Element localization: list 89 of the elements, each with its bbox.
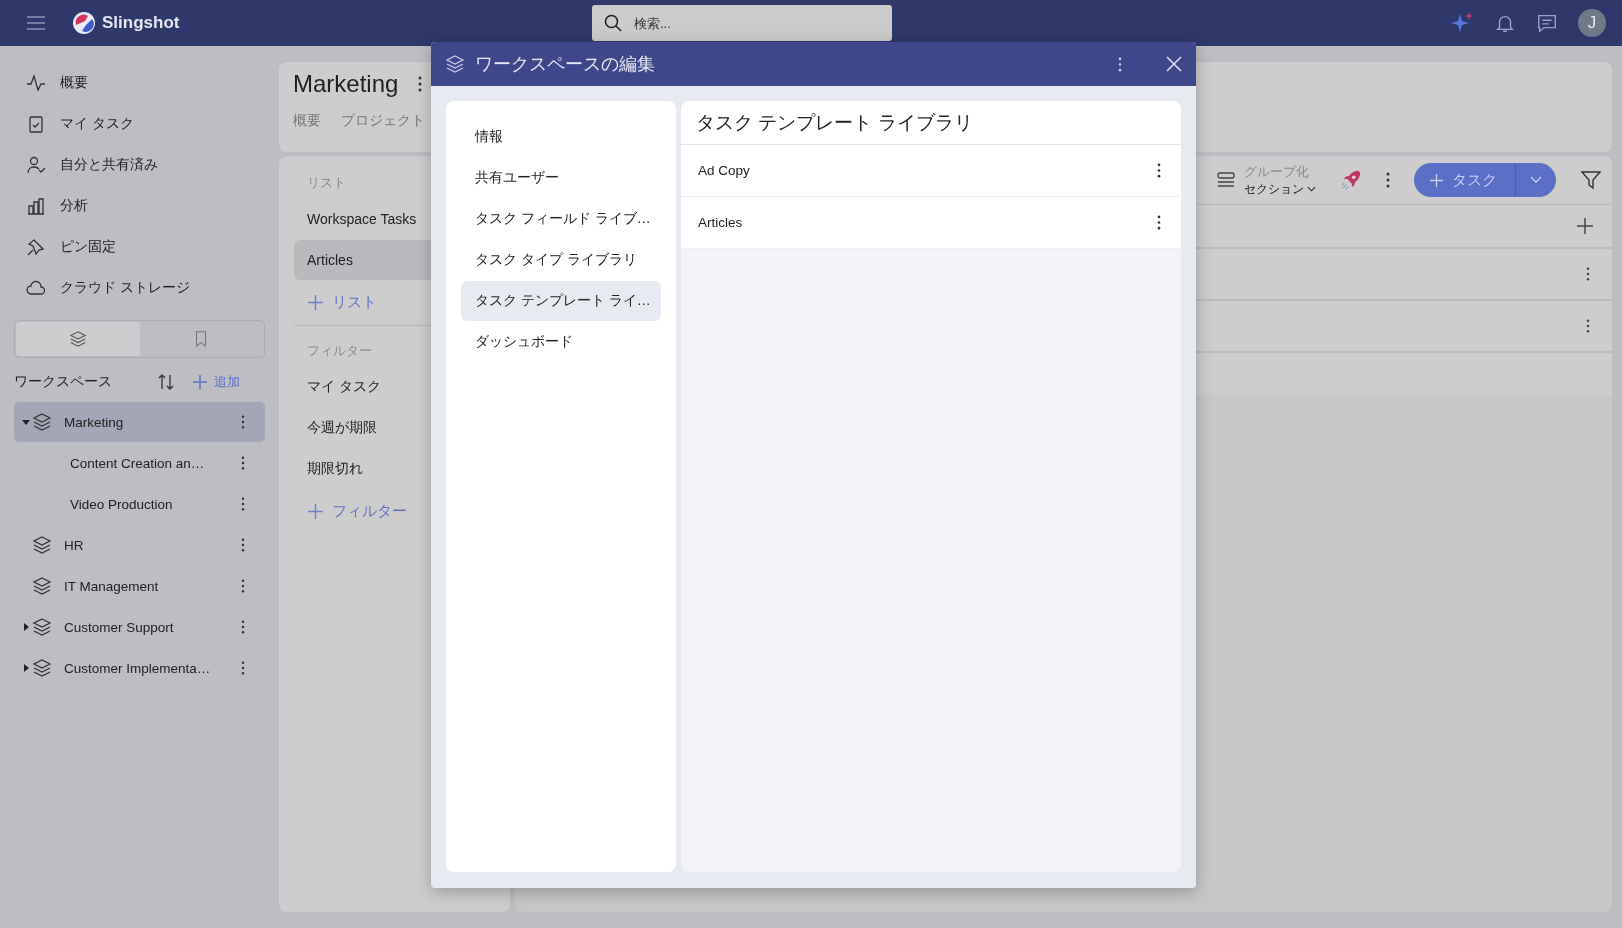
project-item[interactable]: Content Creation an… bbox=[14, 443, 265, 483]
nav-item[interactable]: ピン固定 bbox=[14, 226, 265, 267]
layers-icon bbox=[445, 54, 465, 74]
logo-icon bbox=[72, 11, 96, 35]
template-name: Ad Copy bbox=[698, 163, 750, 178]
more-icon[interactable] bbox=[418, 76, 423, 92]
more-icon[interactable] bbox=[241, 497, 245, 511]
more-icon[interactable] bbox=[1118, 56, 1122, 72]
more-icon[interactable] bbox=[1157, 215, 1161, 230]
more-icon[interactable] bbox=[1157, 163, 1161, 178]
chevron-down-icon bbox=[1307, 186, 1316, 192]
dropdown-button[interactable] bbox=[1516, 163, 1556, 197]
workspace-item[interactable]: IT Management bbox=[14, 566, 265, 606]
template-item[interactable]: Articles bbox=[681, 197, 1181, 249]
settings-nav-item[interactable]: 共有ユーザー bbox=[461, 158, 661, 198]
nav-item[interactable]: 概要 bbox=[14, 62, 265, 103]
rocket-icon[interactable] bbox=[1340, 169, 1362, 191]
add-icon[interactable] bbox=[1576, 217, 1594, 235]
workspace-name: Customer Support bbox=[64, 619, 175, 635]
nav-item[interactable]: 自分と共有済み bbox=[14, 144, 265, 185]
toggle-tab[interactable] bbox=[16, 322, 140, 356]
caret-icon[interactable] bbox=[22, 664, 30, 672]
more-icon[interactable] bbox=[241, 579, 245, 593]
workspace-name: HR bbox=[64, 537, 85, 553]
search-field[interactable]: 検索... bbox=[592, 5, 892, 41]
layers-icon bbox=[32, 412, 52, 432]
nav-label: 自分と共有済み bbox=[60, 155, 158, 174]
workspace-title: Marketing bbox=[293, 70, 399, 98]
workspace-name: Marketing bbox=[64, 414, 125, 430]
settings-nav-item[interactable]: タスク テンプレート ライ… bbox=[461, 281, 661, 321]
plus-icon bbox=[1429, 172, 1444, 188]
workspace-name: Customer Implementa… bbox=[64, 660, 212, 676]
user-check-icon bbox=[26, 154, 46, 175]
more-icon[interactable] bbox=[241, 620, 245, 634]
section-heading: リスト bbox=[306, 173, 346, 192]
user-avatar[interactable]: J bbox=[1578, 9, 1606, 37]
nav-label: 分析 bbox=[60, 196, 88, 215]
more-icon[interactable] bbox=[1586, 319, 1590, 333]
more-icon[interactable] bbox=[241, 415, 245, 429]
filter-icon[interactable] bbox=[1580, 169, 1602, 191]
nav-label: マイ タスク bbox=[60, 114, 134, 133]
more-icon[interactable] bbox=[1386, 172, 1390, 188]
plus-icon bbox=[307, 293, 324, 311]
settings-nav-item[interactable]: ダッシュボード bbox=[461, 322, 661, 362]
project-name: Video Production bbox=[70, 496, 174, 512]
layers-icon bbox=[68, 330, 87, 348]
close-icon[interactable] bbox=[1166, 56, 1182, 72]
sort-icon[interactable] bbox=[156, 372, 176, 392]
project-item[interactable]: Video Production bbox=[14, 484, 265, 524]
nav-item[interactable]: 分析 bbox=[14, 185, 265, 226]
chat-icon[interactable] bbox=[1536, 12, 1558, 34]
rows-icon bbox=[1216, 170, 1236, 190]
template-name: Articles bbox=[698, 215, 743, 230]
nav-item[interactable]: マイ タスク bbox=[14, 103, 265, 144]
section-title: ワークスペース bbox=[14, 373, 113, 391]
chevron-down-icon bbox=[1530, 176, 1542, 184]
layers-icon bbox=[32, 658, 52, 678]
workspace-name: IT Management bbox=[64, 578, 160, 594]
nav-label: 概要 bbox=[60, 73, 88, 92]
layers-icon bbox=[32, 576, 52, 596]
template-item[interactable]: Ad Copy bbox=[681, 145, 1181, 197]
nav-label: クラウド ストレージ bbox=[60, 278, 190, 297]
workspace-item[interactable]: Marketing bbox=[14, 402, 265, 442]
more-icon[interactable] bbox=[241, 456, 245, 470]
plus-icon bbox=[192, 374, 208, 390]
more-icon[interactable] bbox=[1586, 267, 1590, 281]
bar-chart-icon bbox=[26, 195, 46, 216]
app-name: Slingshot bbox=[102, 13, 181, 33]
nav-label: ピン固定 bbox=[60, 237, 116, 256]
panel-title: タスク テンプレート ライブラリ bbox=[681, 101, 1181, 145]
caret-icon[interactable] bbox=[22, 623, 30, 631]
plus-icon bbox=[307, 502, 324, 520]
dialog-title: ワークスペースの編集 bbox=[475, 53, 656, 76]
nav-item[interactable]: クラウド ストレージ bbox=[14, 267, 265, 308]
menu-icon[interactable] bbox=[26, 15, 46, 31]
more-icon[interactable] bbox=[241, 661, 245, 675]
workspace-item[interactable]: Customer Support bbox=[14, 607, 265, 647]
more-icon[interactable] bbox=[241, 538, 245, 552]
caret-icon[interactable] bbox=[22, 418, 30, 426]
search-icon bbox=[604, 14, 622, 32]
settings-nav-item[interactable]: タスク フィールド ライブ… bbox=[461, 199, 661, 239]
project-name: Content Creation an… bbox=[70, 455, 206, 471]
layers-icon bbox=[32, 617, 52, 637]
layers-icon bbox=[32, 535, 52, 555]
settings-nav-item[interactable]: 情報 bbox=[461, 117, 661, 157]
clipboard-check-icon bbox=[26, 113, 46, 134]
workspace-item[interactable]: HR bbox=[14, 525, 265, 565]
workspace-item[interactable]: Customer Implementa… bbox=[14, 648, 265, 688]
activity-icon bbox=[26, 72, 46, 93]
